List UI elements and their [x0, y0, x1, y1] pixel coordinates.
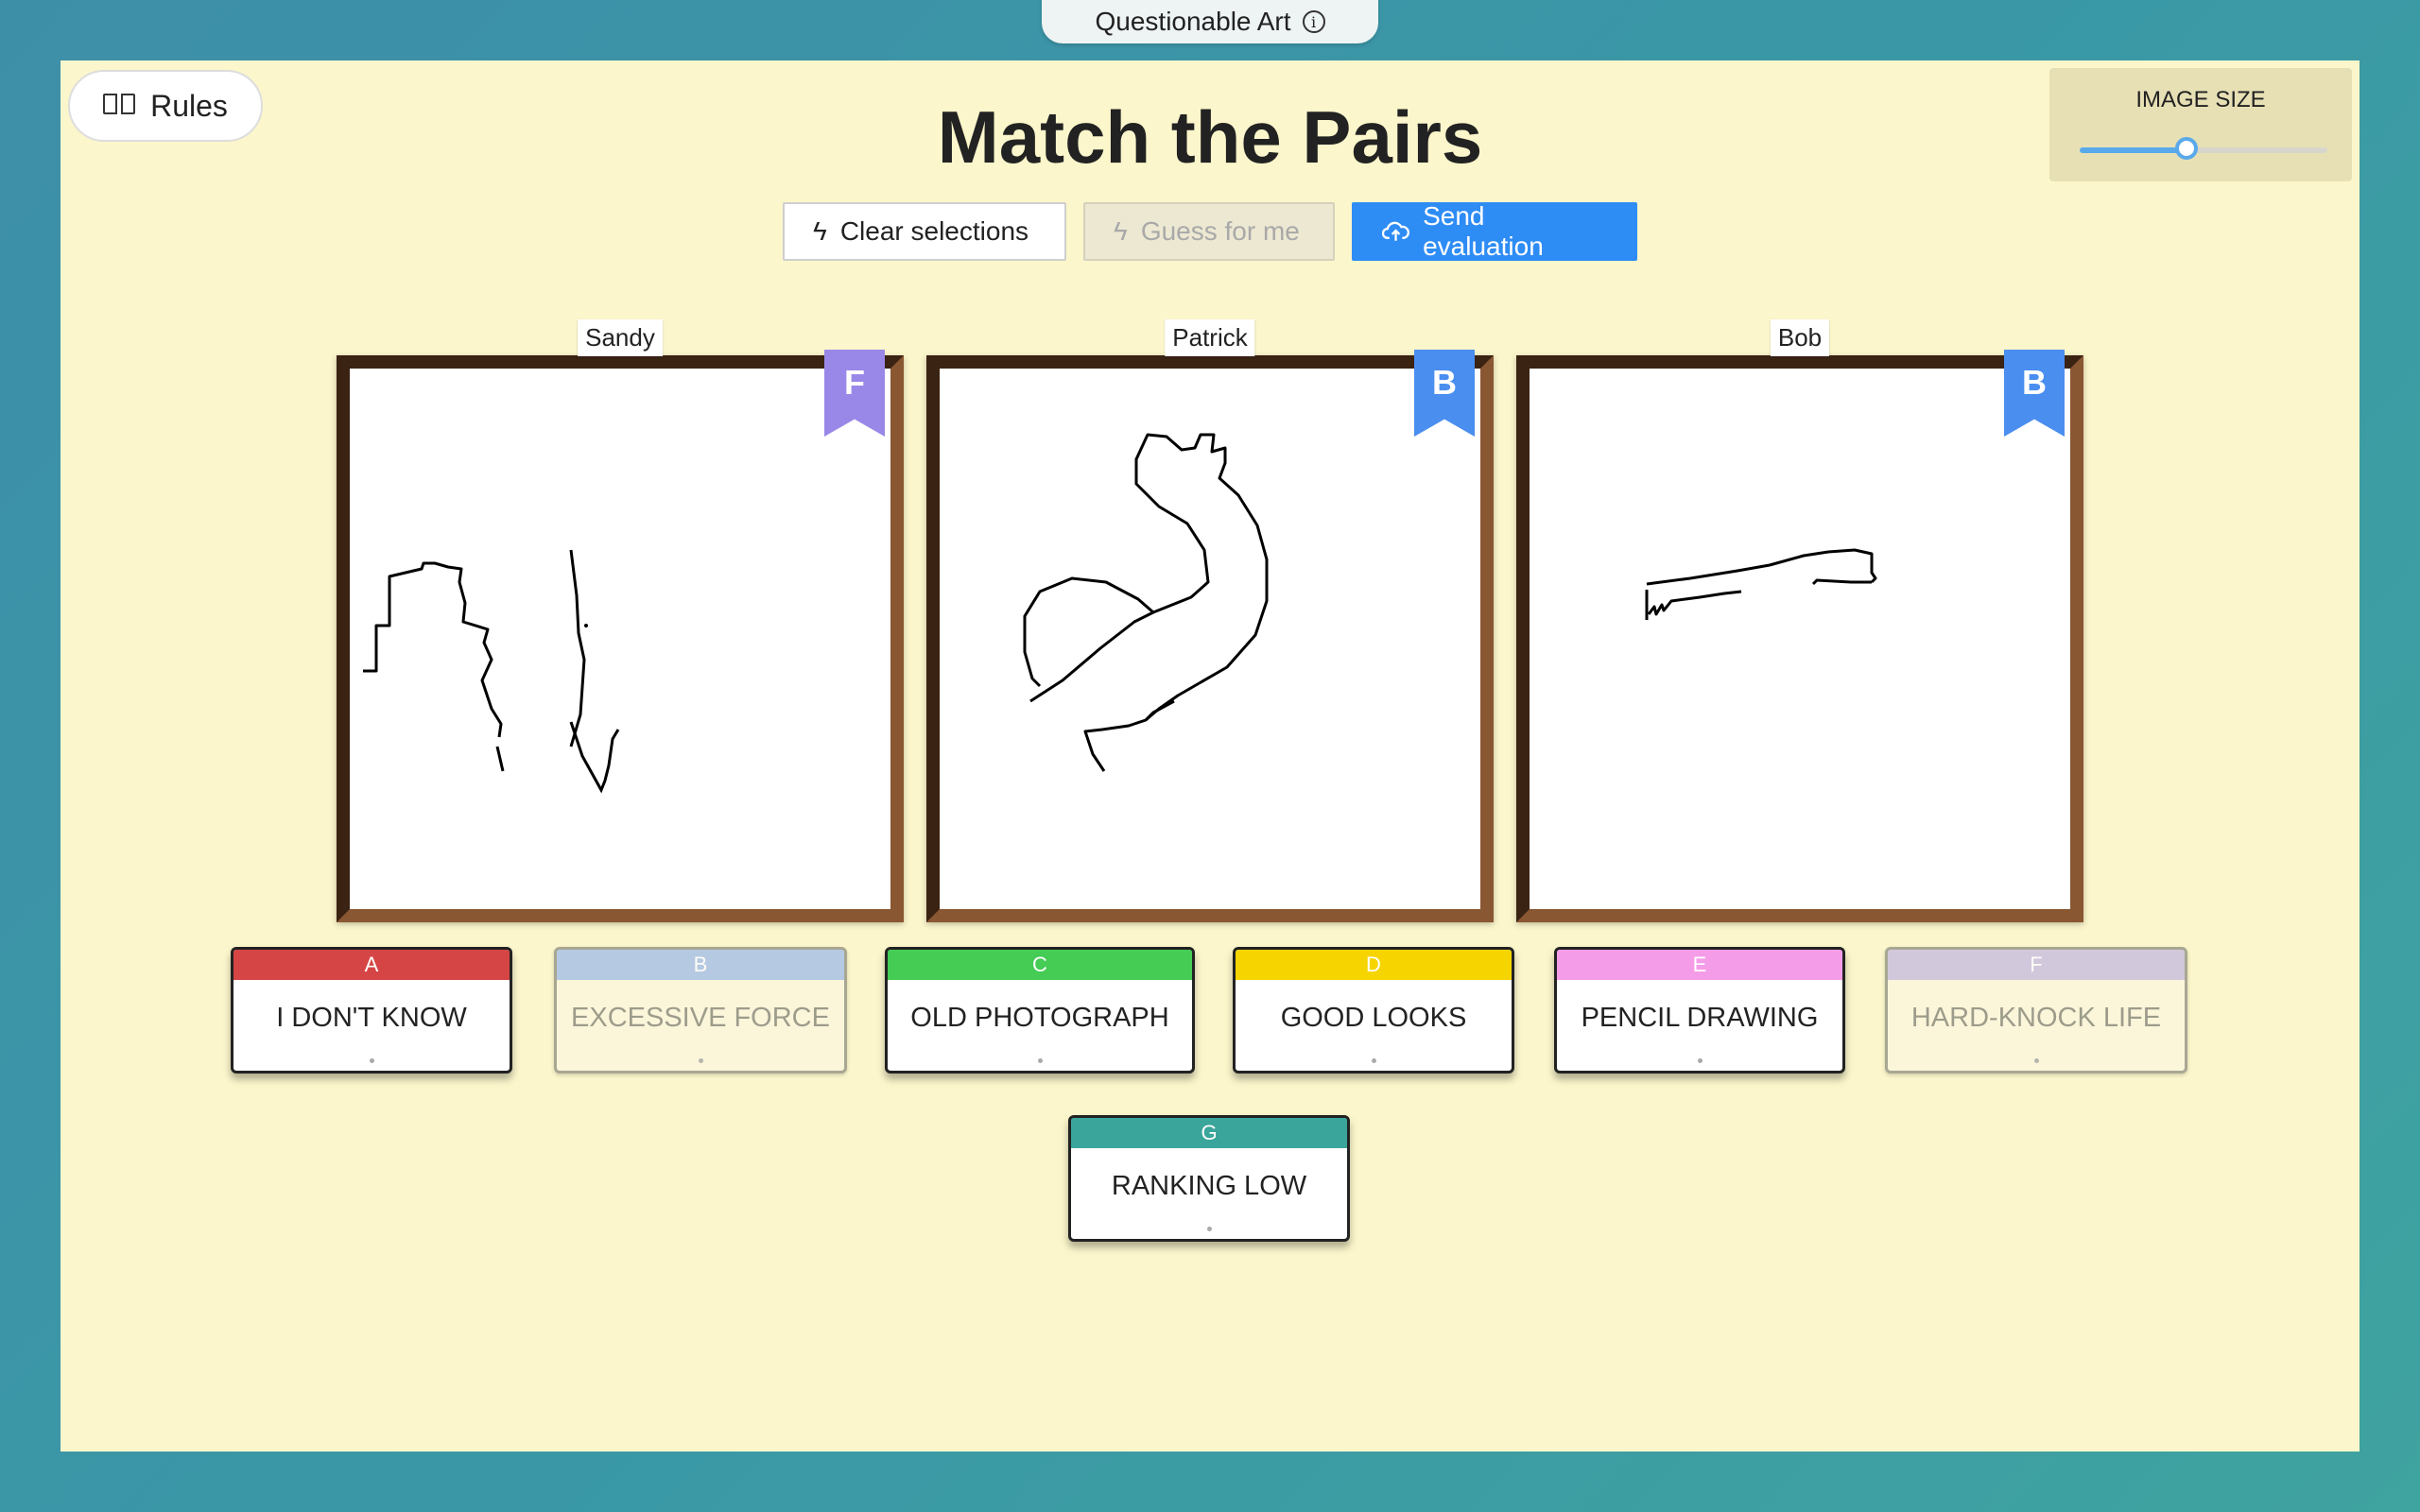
page-title: Match the Pairs — [937, 95, 1483, 179]
picture-frame[interactable] — [337, 355, 904, 922]
guess-for-me-label: Guess for me — [1140, 216, 1300, 246]
card-dot — [1207, 1227, 1212, 1231]
card-text: EXCESSIVE FORCE — [571, 1002, 830, 1033]
info-icon[interactable]: i — [1302, 10, 1325, 33]
card-letter: A — [233, 950, 510, 980]
card-letter: E — [1557, 950, 1842, 980]
card-dot — [1698, 1058, 1703, 1063]
cloud-upload-icon — [1382, 221, 1409, 241]
card-dot — [699, 1058, 703, 1063]
card-letter: F — [1888, 950, 2185, 980]
artist-name: Bob — [1770, 319, 1830, 356]
image-size-slider[interactable] — [2080, 137, 2327, 160]
drawing-card[interactable]: B Patrick — [926, 319, 1494, 924]
artist-name: Patrick — [1165, 319, 1255, 356]
picture-frame[interactable] — [1516, 355, 2083, 922]
card-text: GOOD LOOKS — [1280, 1002, 1467, 1033]
card-text: I DON'T KNOW — [276, 1002, 467, 1033]
answer-card-c[interactable]: C OLD PHOTOGRAPH — [885, 947, 1195, 1074]
card-text: HARD-KNOCK LIFE — [1910, 1002, 2162, 1033]
card-letter: D — [1236, 950, 1512, 980]
game-stage: Rules Match the Pairs IMAGE SIZE ϟ Clear… — [60, 60, 2360, 1452]
answer-card-d[interactable]: D GOOD LOOKS — [1233, 947, 1514, 1074]
slider-fill — [2080, 147, 2187, 153]
answer-card-f[interactable]: F HARD-KNOCK LIFE — [1885, 947, 2187, 1074]
card-letter: G — [1071, 1118, 1347, 1148]
send-evaluation-label: Send evaluation — [1423, 201, 1544, 261]
card-dot — [370, 1058, 374, 1063]
action-bar: ϟ Clear selections ϟ Guess for me Send e… — [60, 201, 2360, 261]
card-dot — [2034, 1058, 2039, 1063]
lightning-icon: ϟ — [1114, 216, 1128, 246]
guess-for-me-button[interactable]: ϟ Guess for me — [1083, 202, 1335, 261]
lightning-icon: ϟ — [813, 216, 827, 246]
answer-card-b[interactable]: B EXCESSIVE FORCE — [554, 947, 847, 1074]
clear-selections-label: Clear selections — [839, 216, 1029, 246]
answer-card-a[interactable]: A I DON'T KNOW — [231, 947, 512, 1074]
picture-frame[interactable] — [926, 355, 1494, 922]
card-dot — [1038, 1058, 1043, 1063]
image-size-panel: IMAGE SIZE — [2049, 68, 2352, 181]
drawing-card[interactable]: F Sandy — [337, 319, 904, 924]
clear-selections-button[interactable]: ϟ Clear selections — [783, 202, 1066, 261]
card-letter: C — [888, 950, 1192, 980]
card-text: RANKING LOW — [1111, 1170, 1307, 1201]
image-size-label: IMAGE SIZE — [2135, 87, 2266, 112]
drawing-bob — [1645, 548, 1877, 620]
send-evaluation-button[interactable]: Send evaluation — [1352, 201, 1637, 261]
drawing-patrick — [1023, 433, 1269, 772]
app-title-tab: Questionable Art i — [1042, 0, 1378, 43]
artist-name: Sandy — [578, 319, 663, 356]
card-text: PENCIL DRAWING — [1581, 1002, 1819, 1033]
answer-card-e[interactable]: E PENCIL DRAWING — [1554, 947, 1845, 1074]
answer-card-g[interactable]: G RANKING LOW — [1068, 1115, 1350, 1242]
slider-thumb[interactable] — [2174, 137, 2198, 160]
card-dot — [1372, 1058, 1376, 1063]
drawing-card[interactable]: B Bob — [1516, 319, 2083, 924]
card-text: OLD PHOTOGRAPH — [910, 1002, 1169, 1033]
card-letter: B — [557, 950, 844, 980]
drawing-sandy — [363, 549, 620, 794]
app-title: Questionable Art — [1095, 7, 1291, 36]
